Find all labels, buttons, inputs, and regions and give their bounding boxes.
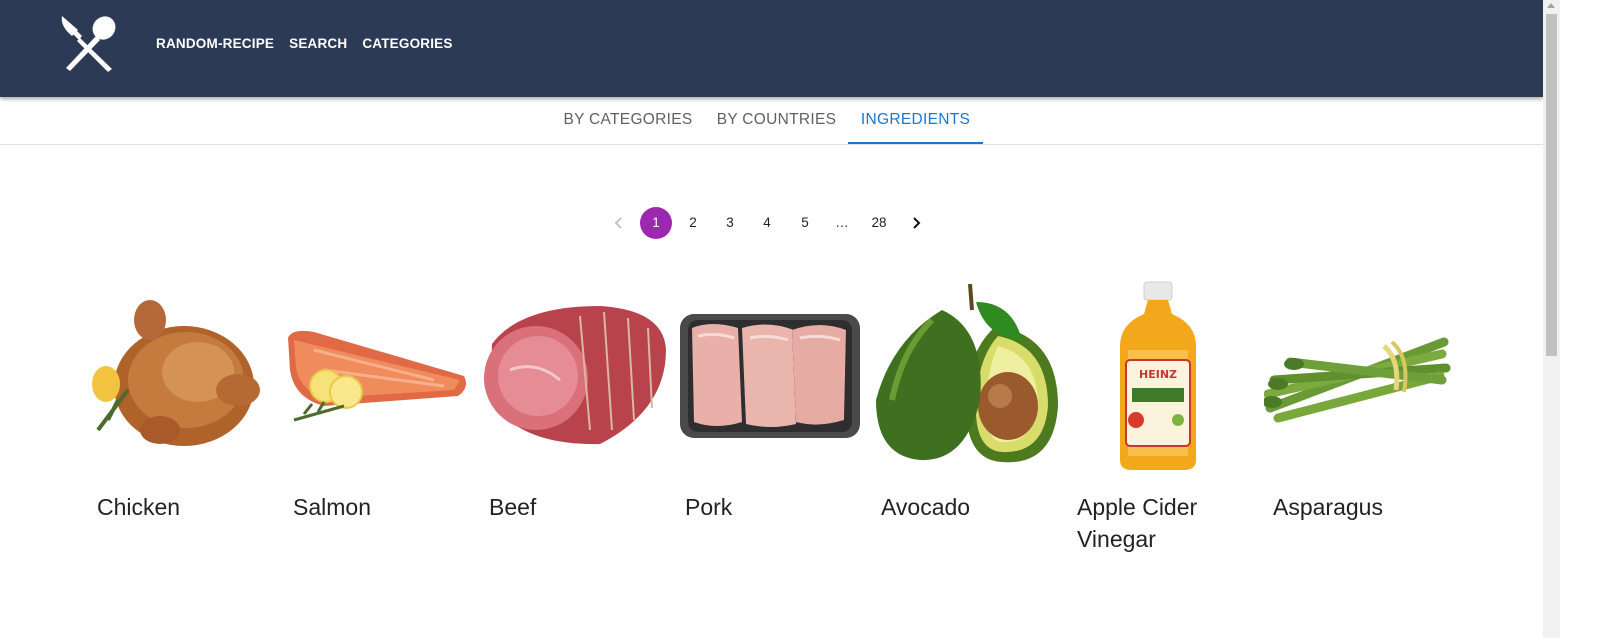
page-button-1[interactable]: 1 [640, 207, 672, 239]
nav-random-recipe[interactable]: RANDOM-RECIPE [156, 36, 274, 51]
scroll-up-icon[interactable] [1547, 3, 1555, 8]
ingredient-card-apple-cider-vinegar[interactable]: HEINZ Apple Cider Vinegar [1068, 280, 1258, 552]
vinegar-bottle-image: HEINZ [1120, 281, 1196, 470]
chevron-left-icon [614, 217, 622, 229]
window-edge [1560, 0, 1600, 638]
pork-image [680, 314, 860, 438]
prev-page-button[interactable] [603, 207, 635, 239]
tab-by-countries[interactable]: BY COUNTRIES [705, 97, 848, 144]
tab-by-categories[interactable]: BY CATEGORIES [552, 97, 704, 144]
page-button-5[interactable]: 5 [789, 207, 821, 239]
app-bar: RANDOM-RECIPE SEARCH CATEGORIES [0, 0, 1543, 97]
beef-image [484, 306, 666, 445]
vertical-scrollbar[interactable] [1543, 0, 1560, 638]
nav-links: RANDOM-RECIPE SEARCH CATEGORIES [156, 36, 453, 51]
scrollbar-thumb[interactable] [1546, 14, 1557, 356]
next-page-button[interactable] [900, 207, 932, 239]
nav-categories[interactable]: CATEGORIES [362, 36, 452, 51]
nav-search[interactable]: SEARCH [289, 36, 347, 51]
ingredient-name: Apple Cider Vinegar [1077, 494, 1198, 552]
salmon-image [288, 330, 466, 422]
ingredient-name: Salmon [293, 494, 371, 520]
page-button-4[interactable]: 4 [751, 207, 783, 239]
ingredient-name: Asparagus [1273, 494, 1383, 520]
ingredient-card-asparagus[interactable]: Asparagus [1264, 280, 1454, 520]
page-button-3[interactable]: 3 [714, 207, 746, 239]
avocado-image [876, 283, 1058, 463]
chevron-right-icon [913, 217, 921, 229]
ingredient-card-beef[interactable]: Beef [480, 280, 670, 520]
page-ellipsis: … [835, 215, 849, 230]
page: RANDOM-RECIPE SEARCH CATEGORIES BY CATEG… [0, 0, 1543, 638]
tab-ingredients[interactable]: INGREDIENTS [848, 97, 983, 144]
ingredient-card-avocado[interactable]: Avocado [872, 280, 1062, 520]
chicken-image [92, 300, 260, 446]
svg-text:HEINZ: HEINZ [1139, 368, 1177, 381]
page-button-28[interactable]: 28 [863, 207, 895, 239]
fork-spoon-icon[interactable] [60, 14, 122, 72]
ingredient-name: Beef [489, 494, 537, 520]
ingredient-name: Chicken [97, 494, 181, 520]
ingredient-name: Pork [685, 494, 733, 520]
asparagus-image [1264, 337, 1451, 423]
ingredient-card-pork[interactable]: Pork [676, 280, 866, 520]
tab-bar: BY CATEGORIES BY COUNTRIES INGREDIENTS [0, 97, 1543, 145]
page-button-2[interactable]: 2 [677, 207, 709, 239]
ingredient-name: Avocado [881, 494, 971, 520]
tab-indicator [848, 142, 983, 144]
pagination: 1 2 3 4 5 … 28 [0, 207, 1543, 239]
ingredient-card-salmon[interactable]: Salmon [284, 280, 474, 520]
ingredient-card-chicken[interactable]: Chicken [88, 280, 278, 520]
